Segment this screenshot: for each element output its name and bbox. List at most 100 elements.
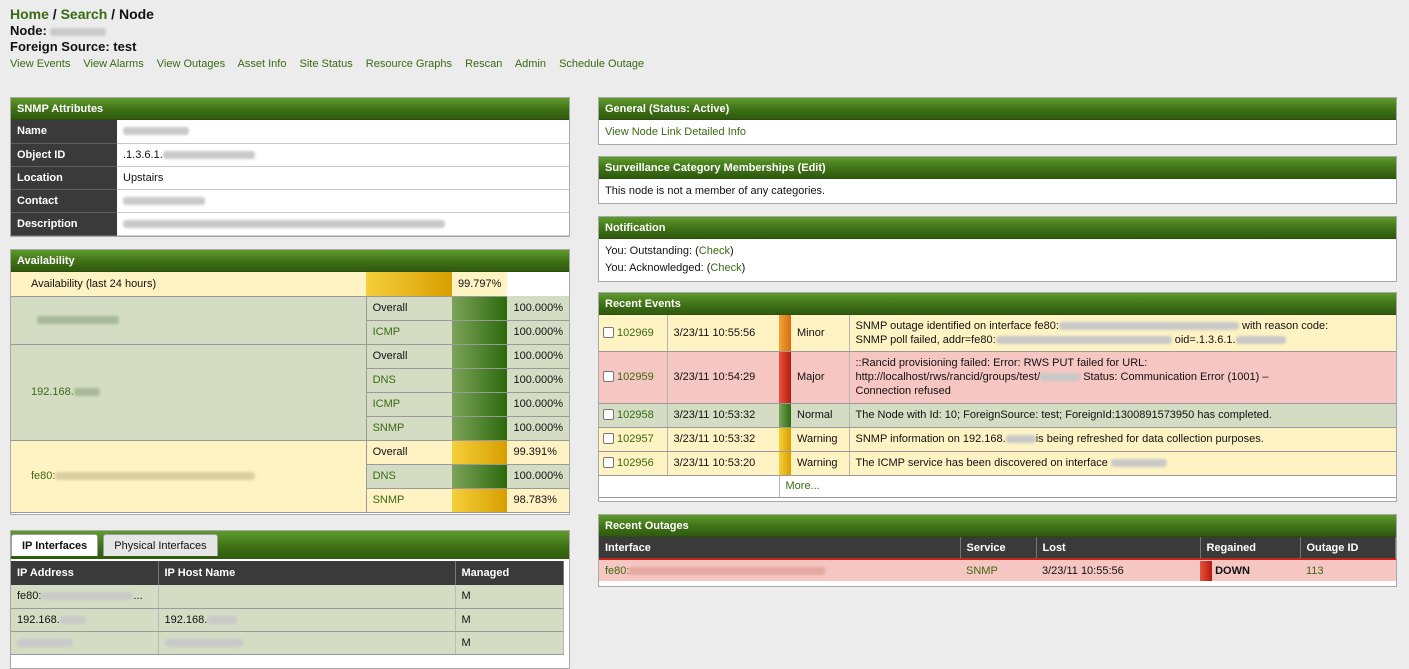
event-time: 3/23/11 10:54:29: [666, 351, 779, 404]
event-id-link[interactable]: 102956: [617, 457, 654, 469]
outage-regained: DOWN: [1200, 558, 1300, 581]
event-checkbox[interactable]: [603, 457, 614, 468]
general-panel: General (Status: Active) View Node Link …: [598, 97, 1397, 145]
ip-address-cell[interactable]: [11, 631, 159, 655]
service-link[interactable]: DNS: [366, 368, 452, 393]
message-text: The ICMP service has been discovered on …: [855, 457, 1108, 469]
column-header[interactable]: Managed: [455, 561, 564, 585]
availability-bar: [366, 272, 452, 297]
redacted: [1040, 373, 1081, 382]
redacted-ip: [73, 388, 100, 397]
event-checkbox[interactable]: [603, 371, 614, 382]
outage-service-cell: SNMP: [960, 558, 1036, 581]
attr-value: [117, 189, 569, 213]
host-name-text: 192.168.: [164, 613, 208, 626]
more-cell: More...: [779, 475, 1396, 498]
interface-link[interactable]: 192.168.: [31, 386, 74, 398]
more-events-link[interactable]: More...: [786, 480, 820, 492]
acknowledged-line: You: Acknowledged: (Check): [605, 260, 1390, 277]
event-severity: Warning: [791, 427, 849, 452]
host-name-cell: [158, 585, 456, 609]
availability-bar: [452, 344, 508, 369]
surveillance-title-text[interactable]: Surveillance Category Memberships (Edit): [605, 162, 826, 174]
acknowledged-check-link[interactable]: Check: [710, 262, 741, 274]
event-id-link[interactable]: 102959: [617, 371, 654, 383]
event-message: SNMP outage identified on interface fe80…: [848, 315, 1396, 352]
managed-cell: M: [455, 631, 564, 655]
ip-address-text: fe80:: [17, 590, 42, 603]
message-text: Connection refused: [855, 385, 951, 397]
service-name: Overall: [366, 440, 452, 465]
service-link[interactable]: ICMP: [366, 392, 452, 417]
message-text: SNMP poll failed, addr=fe80:: [855, 333, 996, 346]
breadcrumb-current: Node: [118, 6, 154, 22]
event-checkbox[interactable]: [603, 326, 614, 338]
redacted-host: [207, 615, 238, 624]
view-outages-link[interactable]: View Outages: [157, 58, 225, 70]
service-link[interactable]: SNMP: [366, 416, 452, 441]
event-id-link[interactable]: 102958: [617, 409, 654, 421]
tab-ip-interfaces[interactable]: IP Interfaces: [11, 534, 99, 556]
admin-link[interactable]: Admin: [515, 58, 546, 70]
availability-summary-row: Availability (last 24 hours) 99.797%: [11, 272, 569, 297]
table-row: Description: [11, 212, 569, 236]
foreign-source: Foreign Source: test: [10, 39, 137, 54]
site-status-link[interactable]: Site Status: [300, 58, 353, 70]
service-link[interactable]: DNS: [366, 464, 452, 489]
redacted-ip: [41, 592, 134, 601]
outstanding-check-link[interactable]: Check: [699, 245, 730, 257]
service-name: Overall: [366, 344, 452, 369]
event-checkbox[interactable]: [603, 433, 614, 444]
view-alarms-link[interactable]: View Alarms: [83, 58, 143, 70]
redacted: [1058, 321, 1239, 330]
paren: ): [741, 262, 746, 274]
node-heading: Node:: [10, 23, 154, 39]
rescan-link[interactable]: Rescan: [465, 58, 502, 70]
breadcrumb-home-link[interactable]: Home: [10, 6, 49, 22]
outage-interface-link[interactable]: fe80:: [605, 565, 629, 577]
service-value: 100.000%: [507, 368, 569, 393]
host-name-cell: 192.168.: [158, 608, 456, 632]
ip-address-cell[interactable]: 192.168.: [11, 608, 159, 632]
severity-bar: [779, 351, 791, 404]
table-row: fe80:... M: [11, 585, 564, 609]
service-link[interactable]: ICMP: [366, 320, 452, 345]
tab-physical-interfaces[interactable]: Physical Interfaces: [103, 534, 218, 556]
breadcrumb-search-link[interactable]: Search: [61, 6, 108, 22]
column-header[interactable]: IP Address: [11, 561, 159, 585]
column-header: Regained: [1200, 537, 1301, 559]
asset-info-link[interactable]: Asset Info: [238, 58, 287, 70]
view-events-link[interactable]: View Events: [10, 58, 70, 70]
resource-graphs-link[interactable]: Resource Graphs: [366, 58, 452, 70]
surveillance-panel: Surveillance Category Memberships (Edit)…: [598, 156, 1397, 204]
ip-interfaces-table-wrap: IP Address IP Host Name Managed fe80:...…: [11, 561, 564, 655]
outage-interface-cell[interactable]: fe80:: [599, 558, 960, 581]
redacted-value: [162, 150, 255, 159]
event-row: 102969 3/23/11 10:55:56 Minor SNMP outag…: [599, 315, 1396, 352]
recent-events-panel: Recent Events 102969 3/23/11 10:55:56 Mi…: [598, 292, 1397, 502]
column-header[interactable]: IP Host Name: [158, 561, 456, 585]
attr-value: [117, 212, 569, 236]
ip-address-cell[interactable]: fe80:...: [11, 585, 159, 609]
severity-bar: [1200, 560, 1212, 581]
event-id-link[interactable]: 102957: [617, 433, 654, 445]
attr-key: Name: [11, 120, 117, 144]
event-row: 102957 3/23/11 10:53:32 Warning SNMP inf…: [599, 427, 1396, 452]
interface-link[interactable]: fe80:: [31, 470, 55, 482]
panel-title: Surveillance Category Memberships (Edit): [599, 157, 1396, 179]
message-text: http://localhost/rws/rancid/groups/test/: [855, 371, 1041, 383]
schedule-outage-link[interactable]: Schedule Outage: [559, 58, 644, 70]
availability-row: Overall 100.000%: [11, 296, 569, 345]
event-message: SNMP information on 192.168. is being ref…: [848, 427, 1396, 452]
acknowledged-label: You: Acknowledged: (: [605, 262, 711, 274]
node-link-detailed-info-link[interactable]: View Node Link Detailed Info: [605, 126, 746, 138]
redacted-node-name: [50, 27, 107, 36]
event-severity: Normal: [791, 403, 849, 428]
outage-id-link[interactable]: 113: [1306, 565, 1324, 577]
outage-row: fe80: SNMP 3/23/11 10:55:56 DOWN 113: [599, 558, 1396, 581]
event-id-link[interactable]: 102969: [617, 327, 654, 339]
outage-service-link[interactable]: SNMP: [966, 565, 998, 577]
service-link[interactable]: SNMP: [366, 488, 452, 513]
redacted: [995, 335, 1172, 344]
event-checkbox[interactable]: [603, 409, 614, 420]
